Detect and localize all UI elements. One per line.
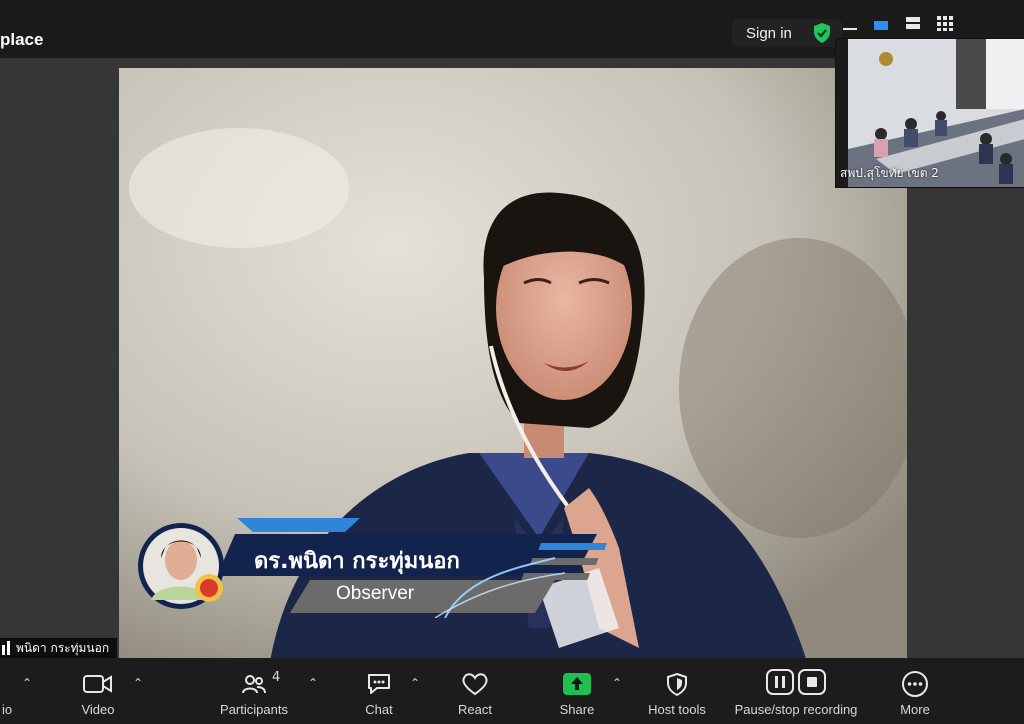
stop-icon[interactable] — [798, 669, 826, 699]
share-label: Share — [559, 702, 595, 717]
audio-button[interactable]: io — [0, 658, 14, 724]
host-tools-label: Host tools — [648, 702, 706, 717]
recording-controls[interactable]: Pause/stop recording — [726, 658, 866, 724]
chat-button[interactable]: Chat — [358, 658, 400, 724]
more-dots-icon — [901, 670, 929, 698]
participants-options-chevron-up-icon[interactable]: ⌃ — [308, 676, 318, 690]
shield-icon — [666, 670, 688, 698]
video-button[interactable]: Video — [72, 658, 124, 724]
recording-icons — [766, 669, 826, 699]
sign-in-button[interactable]: Sign in — [732, 25, 792, 42]
speaker-name: ดร.พนิดา กระทุ่มนอก — [254, 549, 460, 574]
speaker-view-icon[interactable] — [873, 14, 889, 34]
self-view-name: พนิดา กระทุ่มนอก — [16, 640, 110, 655]
participants-count: 4 — [272, 670, 281, 685]
react-button[interactable]: React — [452, 658, 498, 724]
minimize-icon[interactable] — [842, 14, 858, 34]
pause-icon[interactable] — [766, 669, 794, 699]
chat-label: Chat — [365, 702, 393, 717]
chat-options-chevron-up-icon[interactable]: ⌃ — [410, 676, 420, 690]
active-speaker-video[interactable]: ดร.พนิดา กระทุ่มนอก Observer — [119, 68, 907, 658]
react-label: React — [458, 702, 492, 717]
self-view-name-tag: พนิดา กระทุ่มนอก — [0, 638, 118, 658]
audio-options-chevron-up-icon[interactable]: ⌃ — [22, 676, 32, 690]
meeting-toolbar: io ⌃ Video ⌃ 4 Participants ⌃ Chat ⌃ Rea… — [0, 658, 1024, 724]
signal-bars-icon — [2, 641, 10, 655]
gallery-view-icon[interactable] — [936, 14, 954, 36]
strip-view-icon[interactable] — [905, 14, 921, 34]
video-options-chevron-up-icon[interactable]: ⌃ — [133, 676, 143, 690]
share-options-chevron-up-icon[interactable]: ⌃ — [612, 676, 622, 690]
shield-check-icon[interactable] — [812, 22, 832, 48]
speaker-role: Observer — [336, 583, 415, 604]
audio-label: io — [1, 702, 13, 717]
participants-icon: 4 — [242, 670, 280, 698]
participant-thumbnail[interactable]: สพป.สุโขทัย เขต 2 — [835, 38, 1024, 188]
window-title: place — [0, 30, 44, 49]
more-label: More — [900, 702, 930, 717]
participants-label: Participants — [220, 702, 288, 717]
more-button[interactable]: More — [894, 658, 936, 724]
share-arrow-icon — [563, 670, 591, 698]
video-camera-icon — [83, 670, 113, 698]
participants-button[interactable]: 4 Participants — [214, 658, 294, 724]
chat-bubble-icon — [366, 670, 392, 698]
thumbnail-participant-name: สพป.สุโขทัย เขต 2 — [840, 166, 939, 180]
host-tools-button[interactable]: Host tools — [644, 658, 710, 724]
name-lower-third: ดร.พนิดา กระทุ่มนอก Observer — [135, 518, 635, 618]
video-label: Video — [81, 702, 115, 717]
heart-icon — [461, 670, 489, 698]
recording-label: Pause/stop recording — [734, 702, 858, 717]
share-button[interactable]: Share — [554, 658, 600, 724]
